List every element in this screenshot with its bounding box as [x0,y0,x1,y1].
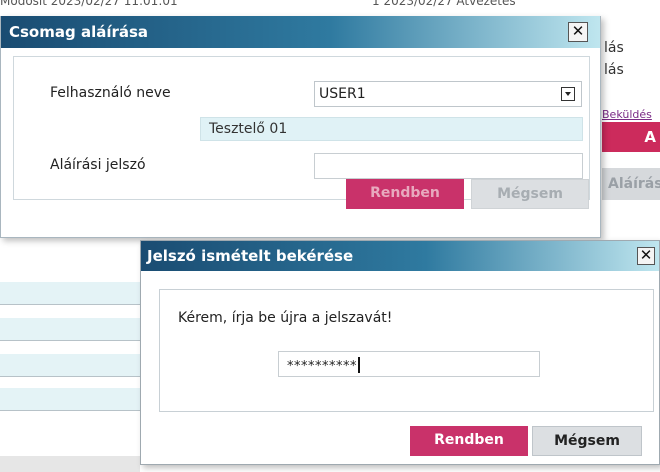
cancel-button[interactable]: Mégsem [532,426,642,456]
user-full-name-value: Tesztelő 01 [209,121,288,137]
background-record-text-right: 1 2023/02/27 Átvezetés [372,0,516,8]
background-sign-button[interactable]: Aláírás [602,168,660,200]
username-label: Felhasználó neve [50,85,171,101]
reprompt-form: Kérem, írja be újra a jelszavát! *******… [159,289,654,412]
password-mask: ********** [287,357,360,374]
background-submit-link[interactable]: Beküldés [602,108,652,121]
close-icon[interactable]: ✕ [568,22,588,42]
cancel-button[interactable]: Mégsem [471,179,589,209]
background-action-button[interactable]: A [602,122,660,152]
background-record-row: Módosít 2023/02/27 11:01:01 1 2023/02/27… [0,0,600,12]
background-grid-row [0,282,140,304]
chevron-down-icon[interactable] [561,87,575,101]
background-grid-row [0,318,140,340]
dialog-title: Jelszó ismételt bekérése [147,247,354,265]
password-reprompt-dialog: Jelszó ismételt bekérése ✕ Kérem, írja b… [140,240,660,465]
ok-button[interactable]: Rendben [410,426,528,456]
background-right-text: lás [604,62,624,78]
background-grid-row [0,388,140,410]
dialog-title: Csomag aláírása [9,23,149,41]
username-select-value: USER1 [319,86,366,102]
background-right-text: lás [604,40,624,56]
dialog-titlebar[interactable]: Csomag aláírása ✕ [1,16,600,48]
background-scrollbar[interactable] [0,456,140,472]
reprompt-message: Kérem, írja be újra a jelszavát! [178,310,393,326]
text-caret [358,357,360,373]
user-full-name-field: Tesztelő 01 [200,117,583,141]
repeat-password-input[interactable]: ********** [278,351,540,377]
background-grid-row [0,354,140,376]
signing-password-label: Aláírási jelszó [50,157,146,173]
close-icon[interactable]: ✕ [637,247,655,265]
background-record-text: Módosít 2023/02/27 11:01:01 [0,0,178,8]
package-signing-dialog: Csomag aláírása ✕ Felhasználó neve USER1… [0,16,601,238]
username-select[interactable]: USER1 [314,81,582,107]
background-grid [0,236,140,472]
dialog-titlebar[interactable]: Jelszó ismételt bekérése ✕ [141,241,659,271]
ok-button[interactable]: Rendben [346,179,464,209]
signing-password-input[interactable] [314,153,583,179]
